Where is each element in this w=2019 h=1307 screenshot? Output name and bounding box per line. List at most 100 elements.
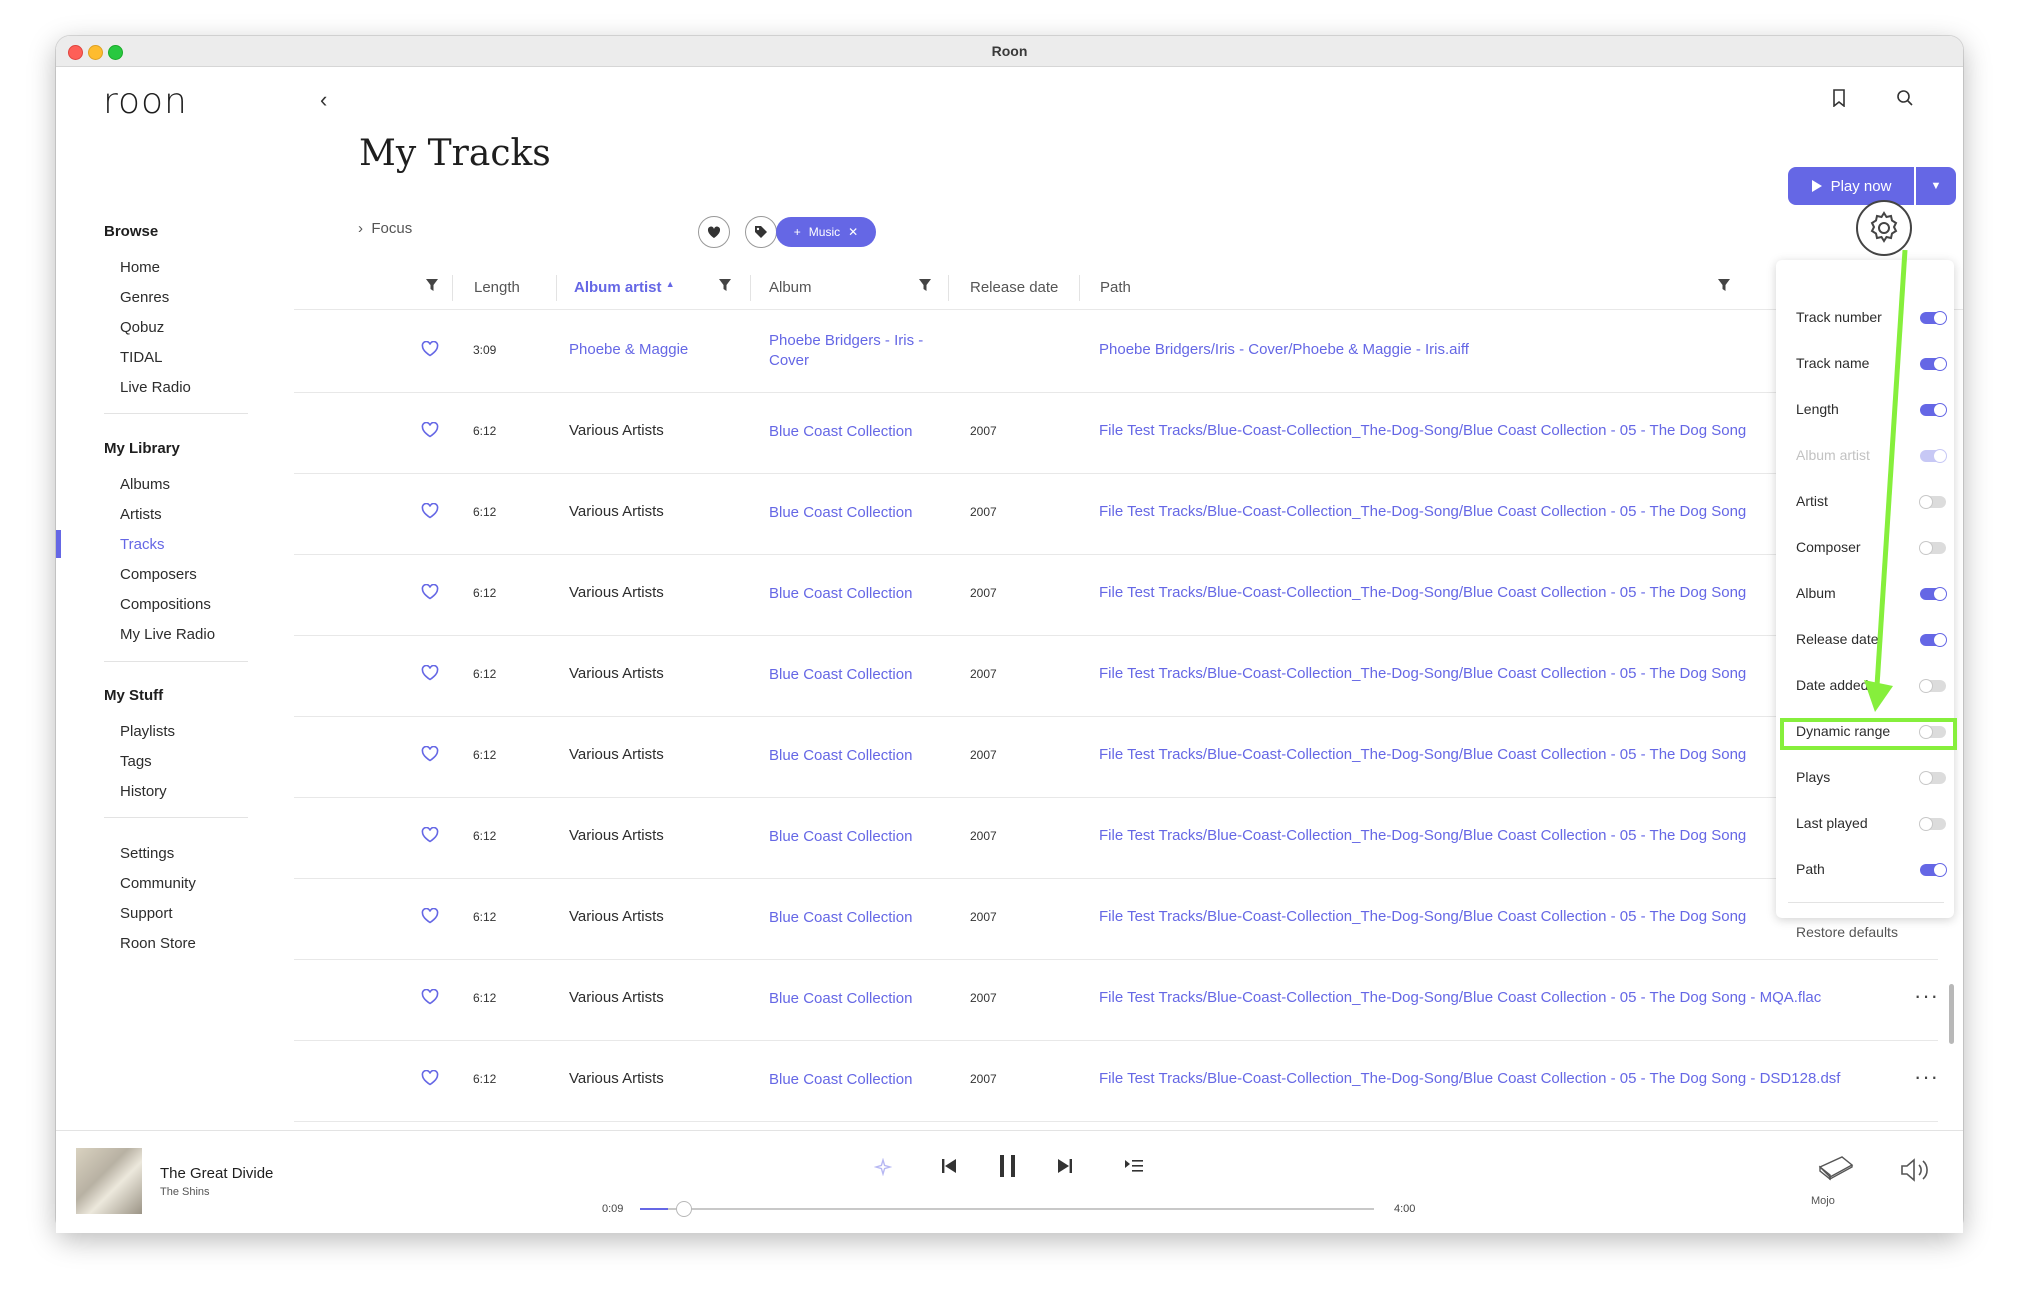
toggle-plays[interactable] [1919,771,1946,785]
album-link[interactable]: Blue Coast Collection [769,584,949,604]
sidebar-item-history[interactable]: History [120,783,167,800]
heart-icon[interactable] [421,1069,439,1091]
heart-icon[interactable] [421,421,439,443]
toggle-length[interactable] [1920,403,1947,417]
table-row[interactable]: 6:12 Various Artists Blue Coast Collecti… [294,797,1938,879]
table-row[interactable]: 6:12 Various Artists Blue Coast Collecti… [294,554,1938,636]
filter-icon[interactable] [918,278,932,297]
toggle-album[interactable] [1920,587,1947,601]
sidebar-item-roon-store[interactable]: Roon Store [120,935,196,952]
table-row[interactable]: 6:12 Various Artists Blue Coast Collecti… [294,1040,1938,1122]
album-link[interactable]: Blue Coast Collection [769,503,949,523]
radio-icon[interactable] [873,1157,893,1181]
column-album[interactable]: Album [769,279,812,296]
next-track-icon[interactable] [1056,1157,1074,1180]
path-link[interactable]: File Test Tracks/Blue-Coast-Collection_T… [1099,746,1746,763]
sidebar-item-playlists[interactable]: Playlists [120,723,175,740]
favorite-filter-button[interactable] [698,216,730,248]
heart-icon[interactable] [421,502,439,524]
menu-item-composer[interactable]: Composer [1796,539,1861,555]
table-row[interactable]: 3:09 Phoebe & Maggie Phoebe Bridgers - I… [294,311,1938,393]
menu-item-album[interactable]: Album [1796,585,1836,601]
toggle-artist[interactable] [1919,495,1946,509]
path-link[interactable]: File Test Tracks/Blue-Coast-Collection_T… [1099,665,1746,682]
now-playing-title[interactable]: The Great Divide [160,1165,273,1182]
toggle-date-added[interactable] [1919,679,1946,693]
focus-toggle[interactable]: › Focus [358,220,412,237]
table-row[interactable]: 6:12 Various Artists Blue Coast Collecti… [294,635,1938,717]
sidebar-item-tracks[interactable]: Tracks [120,536,164,553]
zone-device-icon[interactable] [1816,1153,1856,1188]
path-link[interactable]: File Test Tracks/Blue-Coast-Collection_T… [1099,827,1746,844]
filter-icon[interactable] [1717,278,1731,297]
heart-icon[interactable] [421,745,439,767]
toggle-composer[interactable] [1919,541,1946,555]
path-link[interactable]: Phoebe Bridgers/Iris - Cover/Phoebe & Ma… [1099,341,1469,358]
zone-name[interactable]: Mojo [1811,1195,1835,1207]
menu-item-length[interactable]: Length [1796,401,1839,417]
vertical-scrollbar[interactable] [1949,984,1954,1044]
sidebar-item-composers[interactable]: Composers [120,566,197,583]
path-link[interactable]: File Test Tracks/Blue-Coast-Collection_T… [1099,908,1746,925]
album-link[interactable]: Blue Coast Collection [769,827,949,847]
sidebar-item-settings[interactable]: Settings [120,845,174,862]
heart-icon[interactable] [421,664,439,686]
sidebar-item-home[interactable]: Home [120,259,160,276]
menu-item-track-name[interactable]: Track name [1796,355,1869,371]
table-row[interactable]: 6:12 Various Artists Blue Coast Collecti… [294,473,1938,555]
seek-bar[interactable] [640,1201,1374,1217]
restore-defaults-button[interactable]: Restore defaults [1796,924,1898,940]
remove-filter-icon[interactable]: ✕ [848,225,858,239]
heart-icon[interactable] [421,907,439,929]
heart-icon[interactable] [421,583,439,605]
column-length[interactable]: Length [474,279,520,296]
bookmark-icon[interactable] [1832,89,1846,112]
play-now-button[interactable]: Play now [1788,167,1914,205]
album-art[interactable] [76,1148,142,1214]
album-link[interactable]: Blue Coast Collection [769,908,949,928]
album-link[interactable]: Blue Coast Collection [769,422,949,442]
tag-filter-button[interactable] [745,216,777,248]
now-playing-artist[interactable]: The Shins [160,1186,210,1198]
toggle-track-number[interactable] [1920,311,1947,325]
search-icon[interactable] [1896,89,1914,112]
sidebar-item-community[interactable]: Community [120,875,196,892]
album-link[interactable]: Blue Coast Collection [769,1070,949,1090]
filter-icon[interactable] [718,278,732,297]
album-link[interactable]: Blue Coast Collection [769,665,949,685]
path-link[interactable]: File Test Tracks/Blue-Coast-Collection_T… [1099,584,1746,601]
sidebar-item-my-live-radio[interactable]: My Live Radio [120,626,215,643]
column-path[interactable]: Path [1100,279,1131,296]
menu-item-artist[interactable]: Artist [1796,493,1828,509]
sidebar-item-tidal[interactable]: TIDAL [120,349,163,366]
filter-icon[interactable] [425,278,439,297]
sidebar-item-support[interactable]: Support [120,905,173,922]
toggle-path[interactable] [1920,863,1947,877]
sidebar-item-tags[interactable]: Tags [120,753,152,770]
more-options-icon[interactable]: ··· [1914,1064,1939,1090]
path-link[interactable]: File Test Tracks/Blue-Coast-Collection_T… [1099,503,1746,520]
column-release-date[interactable]: Release date [970,279,1058,296]
path-link[interactable]: File Test Tracks/Blue-Coast-Collection_T… [1099,1070,1840,1087]
album-artist-link[interactable]: Phoebe & Maggie [569,341,688,358]
table-row[interactable]: 6:12 Various Artists Blue Coast Collecti… [294,959,1938,1041]
album-link[interactable]: Blue Coast Collection [769,989,949,1009]
table-row[interactable]: 6:12 Various Artists Blue Coast Collecti… [294,392,1938,474]
queue-icon[interactable] [1124,1158,1144,1179]
previous-track-icon[interactable] [940,1157,958,1180]
path-link[interactable]: File Test Tracks/Blue-Coast-Collection_T… [1099,989,1821,1006]
heart-icon[interactable] [421,826,439,848]
menu-item-path[interactable]: Path [1796,861,1825,877]
toggle-last-played[interactable] [1919,817,1946,831]
sidebar-item-genres[interactable]: Genres [120,289,169,306]
sidebar-item-live-radio[interactable]: Live Radio [120,379,191,396]
album-link[interactable]: Phoebe Bridgers - Iris - Cover [769,331,949,371]
play-options-dropdown[interactable]: ▼ [1916,167,1956,205]
more-options-icon[interactable]: ··· [1914,983,1939,1009]
menu-item-date-added[interactable]: Date added [1796,677,1868,693]
heart-icon[interactable] [421,988,439,1010]
menu-item-last-played[interactable]: Last played [1796,815,1868,831]
seek-handle[interactable] [675,1201,692,1217]
column-album-artist[interactable]: Album artist ▲ [574,279,675,296]
table-row[interactable]: 6:12 Various Artists Blue Coast Collecti… [294,878,1938,960]
